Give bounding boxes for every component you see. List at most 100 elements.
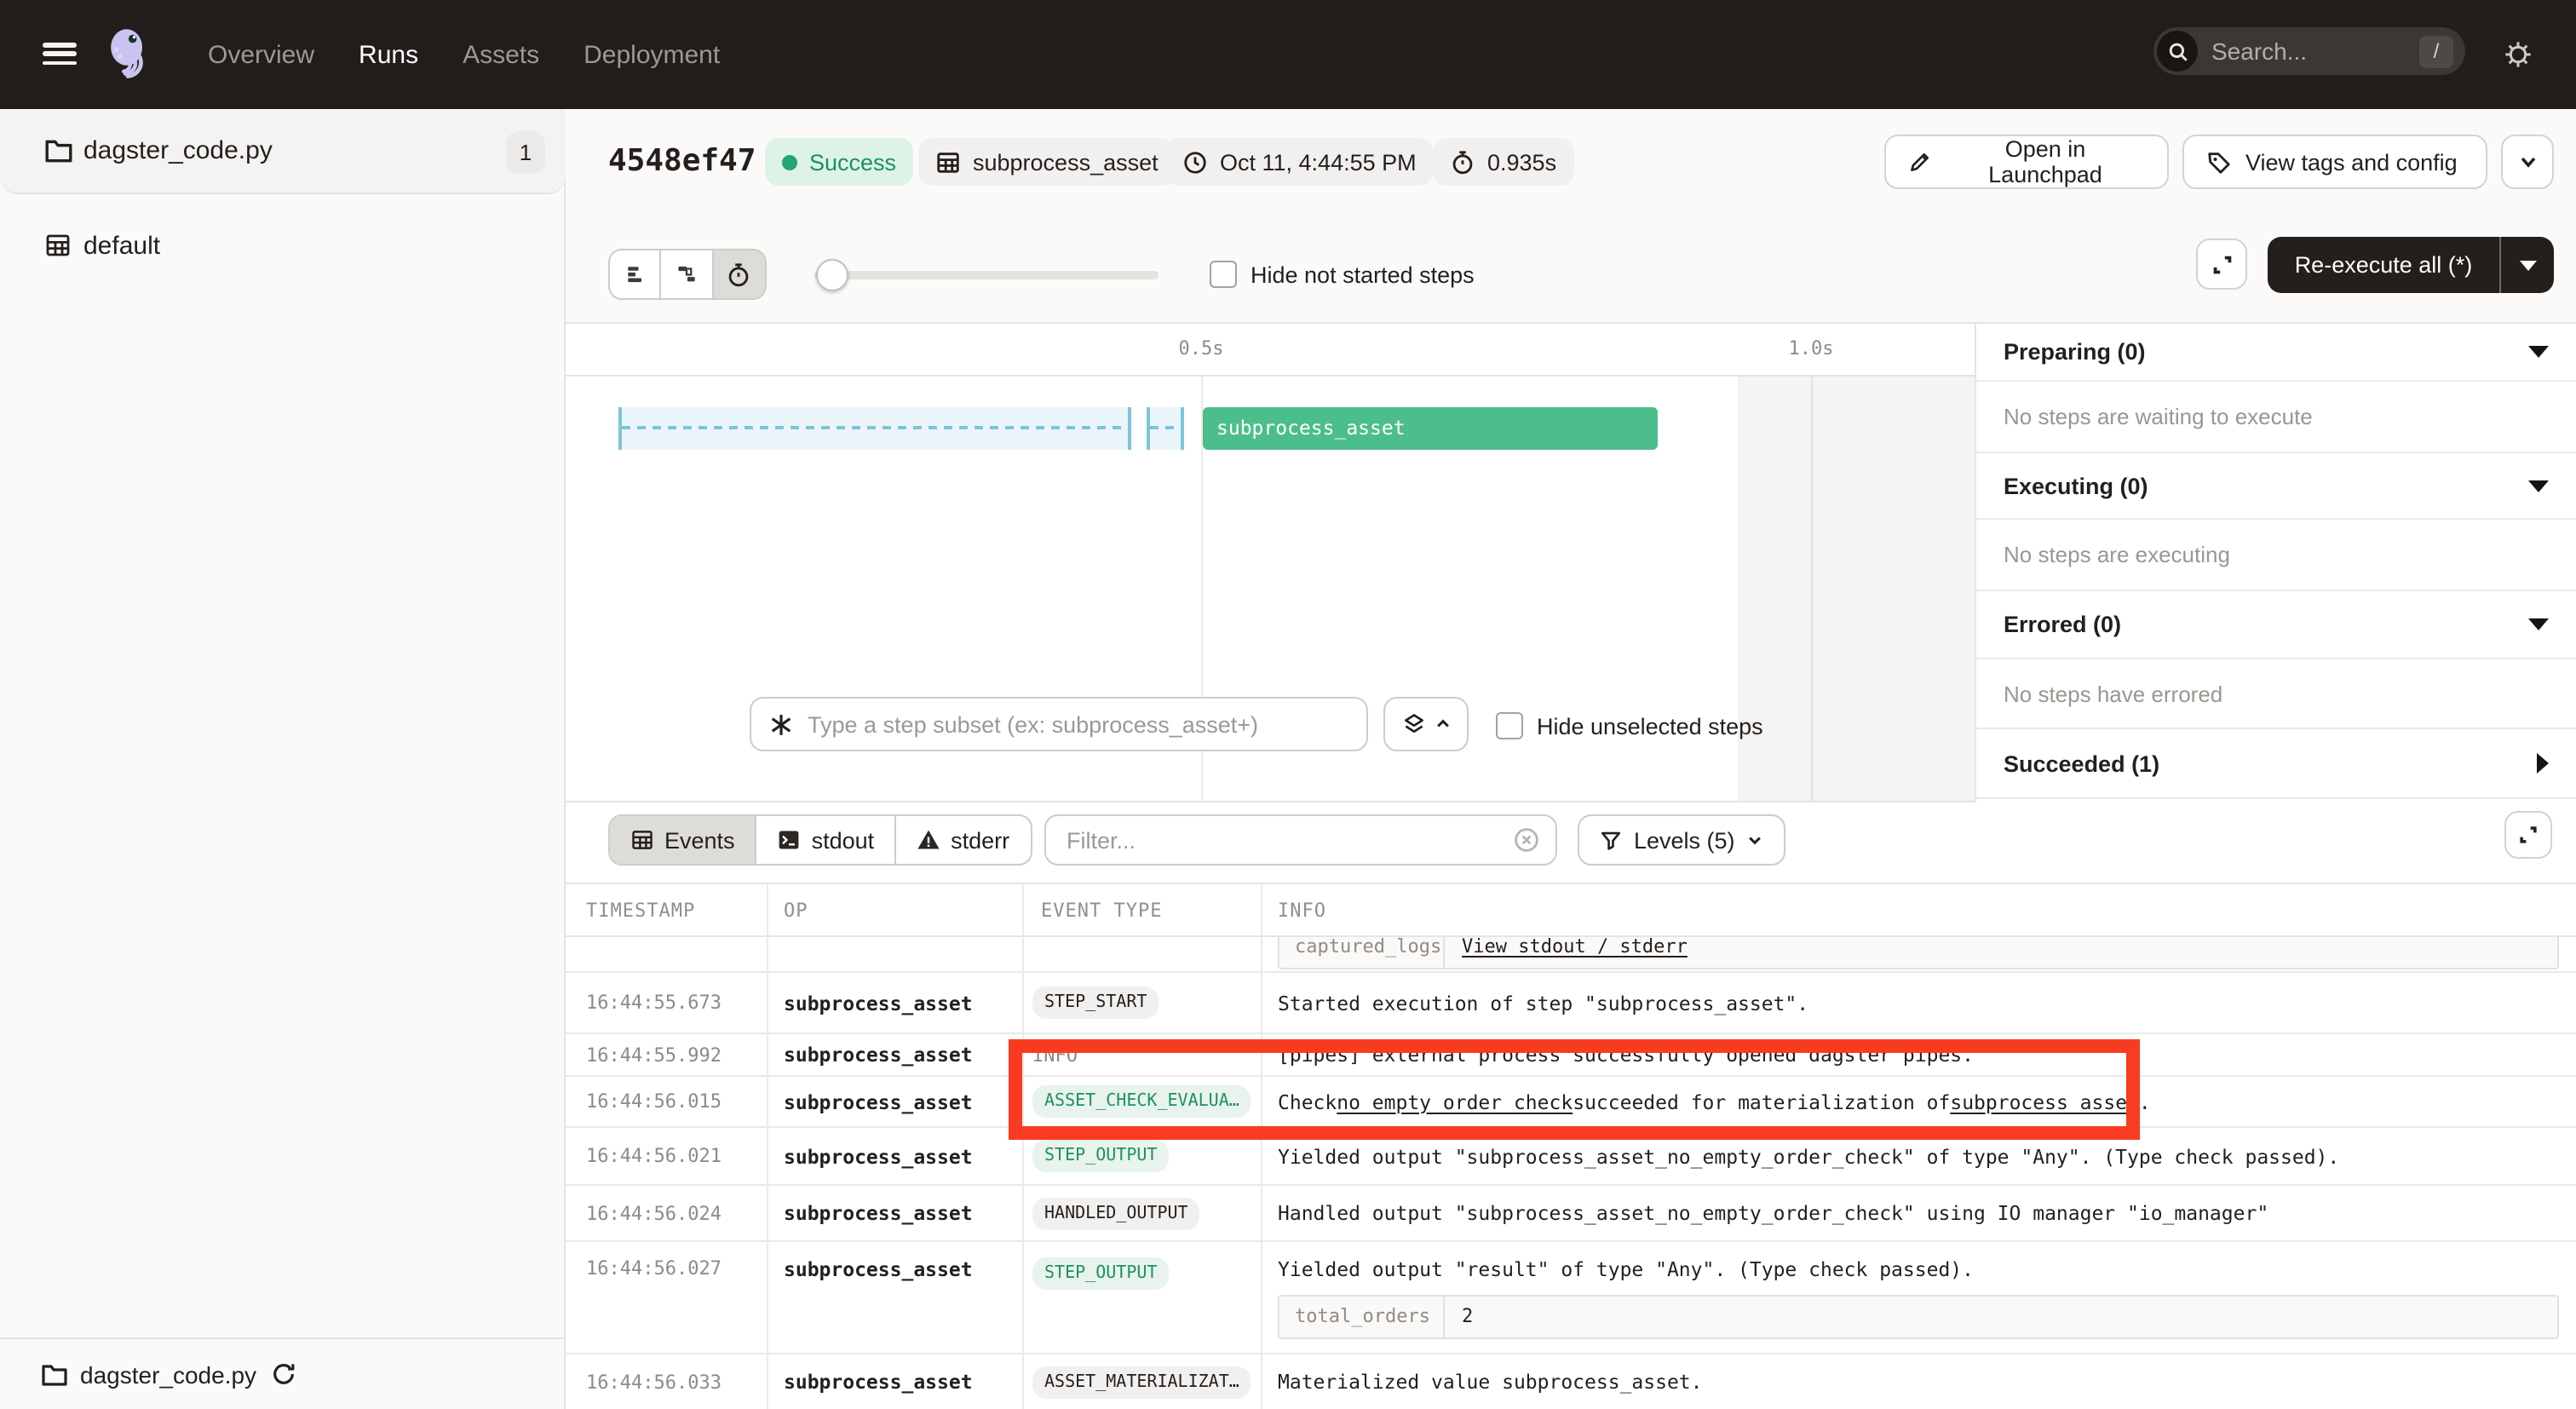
hide-unselected-label: Hide unselected steps: [1537, 714, 1763, 739]
status-dot-icon: [782, 154, 797, 170]
event-type-badge[interactable]: ASSET_CHECK_EVALUA…: [1032, 1085, 1251, 1118]
tag-icon: [2206, 149, 2232, 175]
nav-overview[interactable]: Overview: [208, 40, 314, 69]
section-executing[interactable]: Executing (0): [1976, 453, 2576, 520]
hamburger-menu-icon[interactable]: [43, 43, 77, 65]
flat-list-icon: [623, 262, 647, 286]
left-sidebar: dagster_code.py 1 default dagster_code.p…: [0, 109, 566, 1409]
sidebar-item-default-job[interactable]: default: [0, 216, 566, 274]
gantt-zoom-slider-handle[interactable]: [816, 259, 848, 291]
log-level-label: INFO: [1032, 1044, 1078, 1066]
section-preparing[interactable]: Preparing (0): [1976, 324, 2576, 382]
gear-icon[interactable]: [2501, 37, 2535, 72]
gantt-bar-subprocess-asset[interactable]: subprocess_asset: [1203, 407, 1658, 450]
warning-icon: [917, 828, 940, 852]
column-divider: [767, 883, 768, 1409]
log-row-handled-output: 16:44:56.024 subprocess_asset HANDLED_OU…: [566, 1186, 2576, 1242]
funnel-icon: [1600, 829, 1622, 851]
gantt-waiting-segment: [1147, 407, 1184, 450]
nav-deployment[interactable]: Deployment: [584, 40, 720, 69]
gantt-zoom-slider[interactable]: [814, 271, 1159, 279]
column-divider: [1022, 883, 1024, 1409]
step-subset-field: [750, 697, 1368, 751]
sidebar-code-location[interactable]: dagster_code.py 1: [0, 109, 566, 194]
section-errored[interactable]: Errored (0): [1976, 591, 2576, 659]
expand-icon: [2516, 823, 2540, 847]
caret-down-icon: [2528, 346, 2549, 358]
column-header: INFO: [1278, 884, 1326, 939]
dagster-logo-icon[interactable]: [99, 26, 157, 83]
section-succeeded[interactable]: Succeeded (1): [1976, 729, 2576, 799]
column-header: OP: [784, 884, 808, 939]
event-type-badge[interactable]: STEP_OUTPUT: [1032, 1140, 1169, 1172]
levels-filter-button[interactable]: Levels (5): [1578, 814, 1786, 866]
tab-stderr[interactable]: stderr: [896, 816, 1030, 864]
reexecute-dropdown-button[interactable]: [2499, 237, 2554, 293]
event-type-badge[interactable]: HANDLED_OUTPUT: [1032, 1197, 1200, 1229]
open-in-launchpad-button[interactable]: Open in Launchpad: [1884, 135, 2169, 189]
asset-tag[interactable]: subprocess_asset: [918, 138, 1176, 186]
logs-fullscreen-button[interactable]: [2504, 811, 2552, 859]
nav-runs[interactable]: Runs: [359, 40, 418, 69]
step-selector-icon: [768, 711, 794, 737]
column-header: EVENT TYPE: [1041, 884, 1162, 939]
gantt-view-mode-toggle: [608, 249, 767, 300]
main-panel: 4548ef47 Success subprocess_asset Oct 11…: [566, 109, 2576, 1409]
graph-query-options-button[interactable]: [1383, 697, 1469, 751]
run-header: 4548ef47 Success subprocess_asset Oct 11…: [566, 109, 2576, 324]
run-actions-dropdown-button[interactable]: [2501, 135, 2554, 189]
global-search[interactable]: /: [2153, 27, 2465, 75]
reexecute-all-button[interactable]: Re-execute all (*): [2268, 237, 2554, 293]
expand-icon: [2209, 251, 2234, 277]
gantt-timeline: 0.5s 1.0s: [566, 324, 2010, 377]
run-duration: 0.935s: [1433, 138, 1573, 186]
section-errored-empty: No steps have errored: [1976, 659, 2576, 729]
waterfall-icon: [675, 262, 699, 286]
folder-icon: [41, 1362, 68, 1386]
gantt-flat-view-button[interactable]: [610, 250, 662, 298]
search-input[interactable]: [2198, 37, 2419, 65]
search-shortcut-badge: /: [2419, 35, 2453, 67]
hide-not-started-checkbox[interactable]: [1210, 261, 1237, 288]
log-row-asset-check: 16:44:56.015 subprocess_asset ASSET_CHEC…: [566, 1077, 2576, 1128]
gantt-fullscreen-button[interactable]: [2196, 239, 2247, 290]
gantt-timed-view-button[interactable]: [713, 250, 765, 298]
column-divider: [1261, 883, 1262, 1409]
job-grid-icon: [44, 232, 72, 259]
nav-assets[interactable]: Assets: [463, 40, 539, 69]
step-subset-input[interactable]: [794, 711, 1366, 737]
gantt-waterfall-view-button[interactable]: [662, 250, 714, 298]
tab-stdout[interactable]: stdout: [757, 816, 897, 864]
event-type-badge[interactable]: STEP_START: [1032, 986, 1159, 1019]
log-table-header: TIMESTAMP OP EVENT TYPE INFO: [566, 883, 2576, 937]
pencil-icon: [1908, 150, 1932, 174]
log-row-info: 16:44:55.992 subprocess_asset INFO [pipe…: [566, 1034, 2576, 1077]
check-name-link[interactable]: no_empty_order_check: [1337, 1090, 1573, 1113]
footer-location-label: dagster_code.py: [80, 1360, 256, 1388]
clear-filter-icon[interactable]: [1513, 826, 1540, 854]
gridline: [1811, 377, 1813, 802]
refresh-icon[interactable]: [270, 1361, 296, 1387]
step-status-panel: Preparing (0) No steps are waiting to ex…: [1975, 324, 2576, 802]
hide-unselected-checkbox[interactable]: [1496, 712, 1523, 739]
view-stdout-stderr-link[interactable]: View stdout / stderr: [1445, 937, 1705, 968]
caret-down-icon: [2528, 480, 2549, 492]
log-view-tabs: Events stdout stderr: [608, 814, 1032, 866]
folder-icon: [44, 138, 73, 164]
tab-events[interactable]: Events: [610, 816, 757, 864]
event-type-badge[interactable]: ASSET_MATERIALIZAT…: [1032, 1366, 1251, 1398]
column-header: TIMESTAMP: [586, 884, 695, 939]
log-row-asset-materialization: 16:44:56.033 subprocess_asset ASSET_MATE…: [566, 1354, 2576, 1409]
caret-up-icon: [1434, 716, 1451, 733]
asset-link[interactable]: subprocess_asset: [1950, 1090, 2139, 1113]
section-executing-empty: No steps are executing: [1976, 520, 2576, 591]
view-tags-config-button[interactable]: View tags and config: [2182, 135, 2487, 189]
log-filter-input[interactable]: [1046, 827, 1513, 853]
caret-down-icon: [2519, 260, 2536, 270]
gantt-waiting-segment: [618, 407, 1131, 450]
event-type-badge[interactable]: STEP_OUTPUT: [1032, 1257, 1169, 1290]
asset-grid-icon: [935, 149, 961, 175]
code-location-count-badge: 1: [506, 131, 545, 174]
code-location-label: dagster_code.py: [83, 136, 273, 165]
timeline-tick: 1.0s: [1774, 337, 1849, 359]
